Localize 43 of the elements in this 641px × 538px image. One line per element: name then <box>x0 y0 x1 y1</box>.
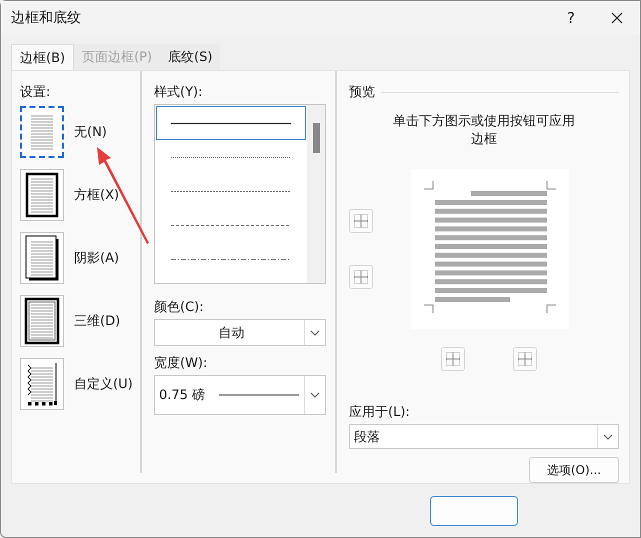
right-border-button[interactable] <box>513 347 537 371</box>
width-label: 宽度(W): <box>154 355 208 372</box>
line-sample-icon <box>171 122 291 124</box>
border-setting-icon[interactable] <box>20 358 64 410</box>
tab[interactable]: 底纹(S) <box>160 44 220 70</box>
setting-option[interactable]: 自定义(U) <box>74 374 133 392</box>
left-border-button[interactable] <box>441 347 465 371</box>
apply-to-dropdown[interactable]: 段落 <box>349 424 619 449</box>
border-setting-icon[interactable] <box>20 168 64 220</box>
border-grid-icon <box>518 352 532 366</box>
border-grid-icon <box>446 352 460 366</box>
color-label: 颜色(C): <box>154 299 205 316</box>
line-sample-icon <box>219 394 300 396</box>
border-grid-icon <box>354 270 368 284</box>
line-style-option[interactable] <box>156 106 306 140</box>
scrollbar-thumb[interactable] <box>312 123 320 153</box>
close-icon <box>611 12 623 24</box>
settings-label: 设置: <box>20 84 52 101</box>
setting-option[interactable]: 方框(X) <box>74 186 120 204</box>
setting-option[interactable]: 阴影(A) <box>74 248 120 266</box>
inner-border-button[interactable] <box>349 265 373 289</box>
line-sample-icon <box>171 224 291 226</box>
options-button[interactable]: 选项(O)... <box>529 457 619 483</box>
color-dropdown[interactable]: 自动 <box>154 319 326 346</box>
tab[interactable]: 边框(B) <box>11 44 74 70</box>
preview-label: 预览 <box>349 84 375 101</box>
preview-hint: 单击下方图示或使用按钮可应用边框 <box>392 113 576 149</box>
apply-to-label: 应用于(L): <box>349 404 411 421</box>
window-title: 边框和底纹 <box>11 9 82 27</box>
line-sample-icon <box>171 258 291 260</box>
line-sample-icon <box>171 190 291 192</box>
setting-option[interactable]: 三维(D) <box>74 312 120 330</box>
setting-option[interactable]: 无(N) <box>74 122 107 140</box>
border-setting-icon[interactable] <box>20 232 64 284</box>
border-grid-icon <box>354 214 368 228</box>
style-label: 样式(Y): <box>154 84 204 101</box>
dialog-button[interactable] <box>430 496 518 526</box>
preview-drawing[interactable] <box>411 169 569 329</box>
top-border-button[interactable] <box>349 209 373 233</box>
width-dropdown[interactable]: 0.75 磅 <box>154 375 326 415</box>
border-setting-icon[interactable] <box>20 294 64 346</box>
line-sample-icon <box>171 156 291 158</box>
help-button[interactable]: ? <box>548 1 594 35</box>
